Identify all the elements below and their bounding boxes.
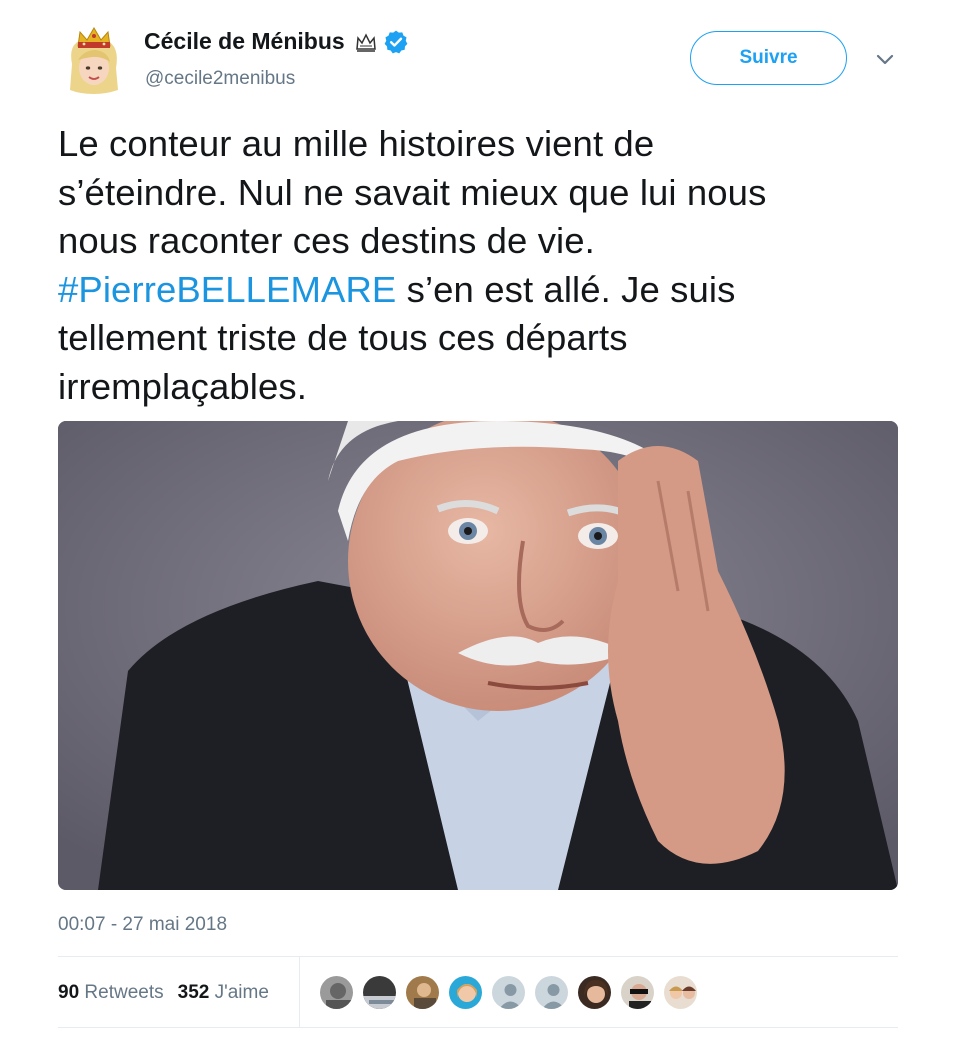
author-avatar[interactable] — [62, 24, 126, 96]
tweet-text-line: irremplaçables. — [58, 365, 307, 407]
liker-avatar[interactable] — [318, 974, 355, 1011]
retweets-label: Retweets — [84, 982, 164, 1003]
tweet-text: Le conteur au mille histoires vient de s… — [58, 120, 888, 411]
divider — [58, 956, 898, 957]
likes-stat[interactable]: 352 J'aime — [178, 982, 269, 1004]
liker-avatar[interactable] — [619, 974, 656, 1011]
liker-avatar[interactable] — [404, 974, 441, 1011]
likes-count: 352 — [177, 982, 210, 1003]
tweet-text-line: s’éteindre. Nul ne savait mieux que lui … — [58, 171, 767, 213]
tweet-text-line: #PierreBELLEMARE s’en est allé. Je suis — [58, 266, 888, 315]
liker-avatar[interactable] — [361, 974, 398, 1011]
likes-label: J'aime — [214, 982, 269, 1003]
liker-avatar[interactable] — [490, 974, 527, 1011]
verified-badge-icon — [383, 29, 409, 55]
liker-avatar[interactable] — [447, 974, 484, 1011]
liker-avatar[interactable] — [576, 974, 613, 1011]
retweets-stat[interactable]: 90 Retweets — [58, 982, 164, 1004]
crown-icon — [355, 32, 377, 52]
tweet-stats: 90 Retweets 352 J'aime — [58, 982, 269, 1004]
liker-avatar[interactable] — [662, 974, 699, 1011]
tweet-text-fragment: s’en est allé. Je suis — [396, 268, 736, 310]
tweet-timestamp[interactable]: 00:07 - 27 mai 2018 — [58, 914, 227, 936]
tweet-text-line: tellement triste de tous ces départs — [58, 317, 628, 358]
tweet-text-line: nous raconter ces destins de vie. — [58, 220, 595, 261]
divider — [299, 957, 300, 1027]
liker-avatar[interactable] — [533, 974, 570, 1011]
retweets-count: 90 — [58, 982, 80, 1003]
author-name[interactable]: Cécile de Ménibus — [144, 28, 409, 55]
follow-button[interactable]: Suivre — [690, 31, 847, 85]
tweet-text-line: Le conteur au mille histoires vient de — [58, 123, 655, 164]
hashtag-link[interactable]: #PierreBELLEMARE — [58, 269, 396, 310]
author-handle[interactable]: @cecile2menibus — [145, 68, 295, 90]
tweet-photo[interactable] — [58, 421, 898, 890]
tweet-card: Cécile de Ménibus @cecile2menibus Suivre… — [0, 0, 953, 1046]
author-name-text: Cécile de Ménibus — [144, 28, 345, 54]
divider — [58, 1027, 898, 1028]
chevron-down-icon[interactable] — [872, 50, 898, 70]
